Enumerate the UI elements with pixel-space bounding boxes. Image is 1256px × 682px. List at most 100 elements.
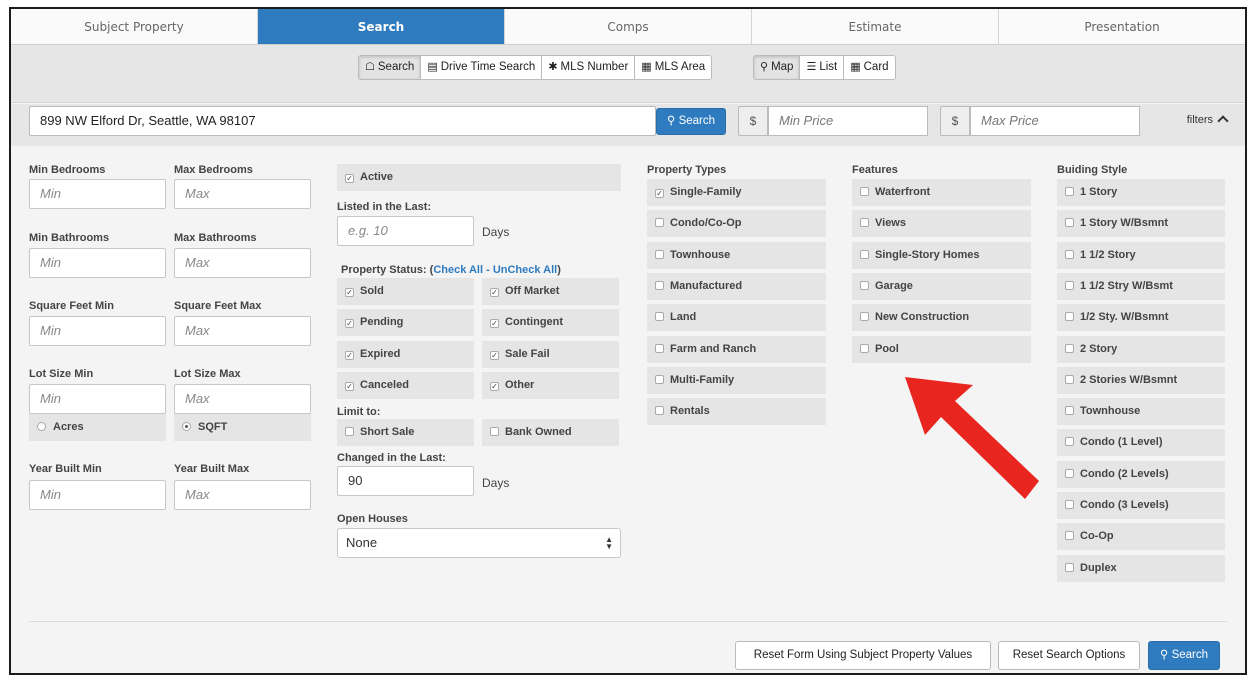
feature-checkbox[interactable]: New Construction — [852, 304, 1031, 332]
feature-checkbox[interactable]: Pool — [852, 335, 1031, 363]
feature-label: Waterfront — [875, 186, 931, 198]
tab-subject-property[interactable]: Subject Property — [11, 9, 258, 44]
min-bedrooms-input[interactable]: Min — [29, 179, 166, 209]
building-style-checkbox[interactable]: Condo (1 Level) — [1057, 429, 1225, 457]
expired-checkbox[interactable]: ✓ Expired — [337, 341, 474, 368]
tab-estimate[interactable]: Estimate — [752, 9, 999, 44]
mls-number-button[interactable]: ✱ MLS Number — [542, 56, 636, 79]
map-view-button[interactable]: ⚲ Map — [754, 56, 801, 79]
pending-checkbox[interactable]: ✓ Pending — [337, 309, 474, 336]
building-style-checkbox[interactable]: 2 Story — [1057, 335, 1225, 363]
property-type-checkbox[interactable]: Multi-Family — [647, 366, 826, 394]
open-houses-select[interactable]: None ▲ ▼ — [337, 528, 621, 558]
property-type-label: Farm and Ranch — [670, 342, 757, 355]
building-style-label: Condo (1 Level) — [1080, 436, 1163, 449]
canceled-label: Canceled — [360, 379, 409, 391]
max-bedrooms-input[interactable]: Max — [174, 179, 311, 209]
feature-checkbox[interactable]: Waterfront — [852, 179, 1031, 206]
min-bathrooms-label: Min Bathrooms — [29, 232, 110, 244]
changed-days-unit: Days — [482, 476, 510, 490]
checkbox-icon — [655, 280, 664, 290]
checkmark-icon: ✓ — [655, 189, 664, 198]
footer-search-button[interactable]: ⚲ Search — [1148, 641, 1220, 670]
radio-icon — [37, 422, 46, 431]
min-bedrooms-label: Min Bedrooms — [29, 164, 106, 176]
building-style-checkbox[interactable]: 1 Story — [1057, 179, 1225, 206]
short-sale-checkbox[interactable]: Short Sale — [337, 419, 474, 446]
year-built-min-label: Year Built Min — [29, 463, 102, 475]
tab-search[interactable]: Search — [258, 9, 505, 44]
address-search-label: Search — [678, 115, 716, 127]
changed-days-input[interactable]: 90 — [337, 466, 474, 496]
acres-radio[interactable]: Acres — [29, 414, 166, 441]
checkbox-icon — [1065, 280, 1074, 290]
chevron-up-icon — [1217, 115, 1229, 127]
off-market-checkbox[interactable]: ✓ Off Market — [482, 278, 619, 305]
canceled-checkbox[interactable]: ✓ Canceled — [337, 372, 474, 399]
contingent-checkbox[interactable]: ✓ Contingent — [482, 309, 619, 336]
min-price-input[interactable]: Min Price — [768, 106, 928, 136]
view-type-group: ⚲ Map ☰ List ▦ Card — [753, 55, 896, 80]
property-type-checkbox[interactable]: Farm and Ranch — [647, 335, 826, 363]
building-style-checkbox[interactable]: Condo (2 Levels) — [1057, 460, 1225, 488]
lot-size-min-input[interactable]: Min — [29, 384, 166, 414]
property-type-checkbox[interactable]: ✓ Single-Family — [647, 179, 826, 206]
car-icon: ▤ — [427, 61, 438, 73]
property-type-checkbox[interactable]: Land — [647, 304, 826, 332]
sale-fail-checkbox[interactable]: ✓ Sale Fail — [482, 341, 619, 368]
sqft-max-input[interactable]: Max — [174, 316, 311, 346]
checkbox-icon — [860, 312, 869, 322]
feature-checkbox[interactable]: Single-Story Homes — [852, 241, 1031, 269]
address-input[interactable]: 899 NW Elford Dr, Seattle, WA 98107 — [29, 106, 656, 136]
building-style-checkbox[interactable]: Duplex — [1057, 554, 1225, 582]
reset-search-button[interactable]: Reset Search Options — [998, 641, 1140, 670]
lot-size-max-input[interactable]: Max — [174, 384, 311, 414]
building-style-checkbox[interactable]: 1/2 Sty. W/Bsmnt — [1057, 304, 1225, 332]
max-bathrooms-input[interactable]: Max — [174, 248, 311, 278]
building-style-checkbox[interactable]: 2 Stories W/Bsmnt — [1057, 366, 1225, 394]
search-mode-button[interactable]: ☖ Search — [359, 56, 422, 79]
property-type-checkbox[interactable]: Rentals — [647, 398, 826, 426]
active-label: Active — [360, 171, 394, 183]
bank-owned-label: Bank Owned — [505, 426, 572, 438]
reset-subject-button[interactable]: Reset Form Using Subject Property Values — [735, 641, 991, 670]
other-checkbox[interactable]: ✓ Other — [482, 372, 619, 399]
building-style-checkbox[interactable]: Co-Op — [1057, 523, 1225, 551]
property-type-checkbox[interactable]: Manufactured — [647, 272, 826, 300]
building-style-checkbox[interactable]: 1 1/2 Story — [1057, 241, 1225, 269]
mls-area-button[interactable]: ▦ MLS Area — [635, 56, 711, 79]
year-built-max-input[interactable]: Max — [174, 480, 311, 510]
year-built-min-input[interactable]: Min — [29, 480, 166, 510]
property-type-checkbox[interactable]: Condo/Co-Op — [647, 210, 826, 238]
building-style-label: Condo (3 Levels) — [1080, 499, 1169, 511]
list-view-button[interactable]: ☰ List — [800, 56, 845, 79]
listed-days-input[interactable]: e.g. 10 — [337, 216, 474, 246]
tab-presentation[interactable]: Presentation — [999, 9, 1245, 44]
building-style-checkbox[interactable]: Townhouse — [1057, 398, 1225, 426]
uncheck-all-link[interactable]: UnCheck All — [493, 264, 557, 276]
sqft-radio[interactable]: SQFT — [174, 414, 311, 441]
checkmark-icon: ✓ — [345, 288, 354, 297]
building-style-checkbox[interactable]: 1 Story W/Bsmnt — [1057, 210, 1225, 238]
card-view-button[interactable]: ▦ Card — [844, 56, 894, 79]
checkbox-icon — [1065, 218, 1074, 228]
filters-toggle[interactable]: filters — [1187, 114, 1229, 127]
property-type-checkbox[interactable]: Townhouse — [647, 241, 826, 269]
bank-owned-checkbox[interactable]: Bank Owned — [482, 419, 619, 446]
checkbox-icon — [1065, 374, 1074, 384]
sqft-min-input[interactable]: Min — [29, 316, 166, 346]
feature-checkbox[interactable]: Garage — [852, 272, 1031, 300]
building-style-checkbox[interactable]: 1 1/2 Stry W/Bsmt — [1057, 272, 1225, 300]
min-bathrooms-input[interactable]: Min — [29, 248, 166, 278]
max-price-input[interactable]: Max Price — [970, 106, 1140, 136]
active-checkbox[interactable]: ✓ Active — [337, 164, 621, 191]
checkmark-icon: ✓ — [490, 382, 499, 391]
drive-time-search-button[interactable]: ▤ Drive Time Search — [421, 56, 543, 79]
tab-comps[interactable]: Comps — [505, 9, 752, 44]
feature-checkbox[interactable]: Views — [852, 210, 1031, 238]
sold-checkbox[interactable]: ✓ Sold — [337, 278, 474, 305]
address-search-button[interactable]: ⚲ Search — [656, 108, 726, 135]
max-bathrooms-label: Max Bathrooms — [174, 232, 257, 244]
check-all-link[interactable]: Check All — [433, 264, 483, 276]
building-style-checkbox[interactable]: Condo (3 Levels) — [1057, 492, 1225, 519]
